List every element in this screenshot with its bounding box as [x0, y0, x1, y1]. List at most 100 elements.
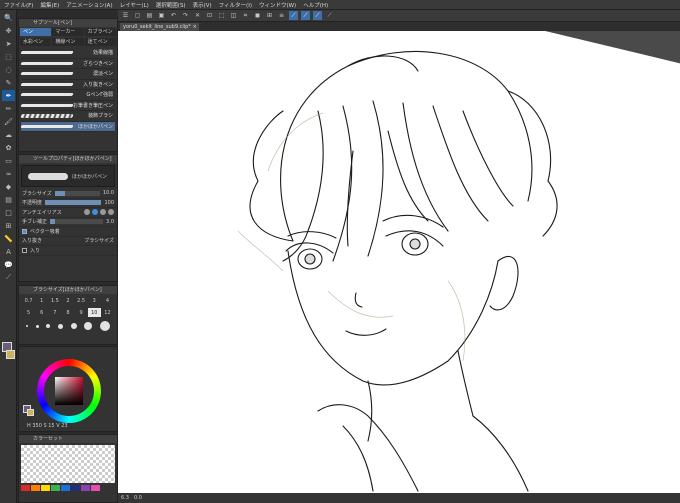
undo-icon[interactable]: ↶	[169, 11, 178, 20]
antialias-none-icon[interactable]	[84, 209, 90, 216]
snap-special-ruler-icon[interactable]: ⟋	[301, 11, 310, 20]
brush-tool-icon[interactable]: 🖌	[2, 116, 15, 127]
brush-size-row[interactable]: ブラシサイズ 10.0	[19, 189, 117, 199]
transform-icon[interactable]: ⊡	[205, 11, 214, 20]
lasso-tool-icon[interactable]: ◌	[2, 64, 15, 75]
snap-ruler-icon[interactable]: ⟋	[289, 11, 298, 20]
save-icon[interactable]: ▣	[157, 11, 166, 20]
palette-swatch[interactable]	[51, 485, 60, 491]
grid-icon[interactable]: ⊞	[265, 11, 274, 20]
opacity-row[interactable]: 不透明度 100	[19, 199, 117, 208]
sub-color-chip[interactable]	[27, 409, 34, 416]
gradient-tool-icon[interactable]: ▤	[2, 194, 15, 205]
antialias-weak-icon[interactable]	[92, 209, 98, 216]
tab-pen[interactable]: ペン	[20, 28, 52, 36]
canvas-area[interactable]	[118, 31, 680, 493]
palette-swatch[interactable]	[21, 485, 30, 491]
tab-watercolor-pen[interactable]: 水彩ペン	[20, 38, 52, 46]
brush-item[interactable]: 効果線描	[20, 48, 115, 59]
eyedropper-icon[interactable]: ✎	[2, 77, 15, 88]
menu-help[interactable]: ヘルプ(H)	[303, 1, 328, 9]
size-dot[interactable]	[70, 323, 77, 329]
new-file-icon[interactable]: ▢	[133, 11, 142, 20]
color-wheel[interactable]	[37, 359, 101, 423]
antialias-options[interactable]	[84, 209, 114, 216]
size-preset[interactable]: 4	[101, 296, 114, 305]
size-preset[interactable]: 0.7	[22, 296, 35, 305]
size-dot[interactable]	[35, 324, 39, 328]
crop-icon[interactable]: ⌗	[241, 11, 250, 20]
palette-swatch[interactable]	[101, 485, 110, 491]
size-dot[interactable]	[57, 323, 63, 329]
fill-tool-icon[interactable]: ◆	[2, 181, 15, 192]
selection-tool-icon[interactable]: ⬚	[2, 51, 15, 62]
zoom-tool-icon[interactable]: 🔍	[2, 12, 15, 23]
in-checkbox[interactable]	[22, 247, 27, 253]
size-preset[interactable]: 12	[101, 308, 114, 317]
text-tool-icon[interactable]: A	[2, 246, 15, 257]
palette-swatch[interactable]	[71, 485, 80, 491]
operation-tool-icon[interactable]: ➤	[2, 38, 15, 49]
frame-tool-icon[interactable]: ⊞	[2, 220, 15, 231]
size-preset[interactable]: 9	[75, 308, 88, 317]
tab-kabura-pen[interactable]: カブラペン	[84, 28, 116, 36]
inout-row[interactable]: 入り抜き ブラシサイズ	[19, 237, 117, 246]
vector-snap-checkbox[interactable]	[22, 228, 27, 234]
brush-size-slider[interactable]	[54, 190, 100, 196]
invert-selection-icon[interactable]: ◫	[229, 11, 238, 20]
size-preset[interactable]: 3	[88, 296, 101, 305]
tab-marker[interactable]: マーカー	[52, 28, 84, 36]
close-icon[interactable]: ×	[193, 23, 197, 31]
tab-line-pen[interactable]: 横線ペン	[52, 38, 84, 46]
snap-grid-icon[interactable]: ⟋	[313, 11, 322, 20]
size-preset-selected[interactable]: 10	[87, 308, 101, 317]
menu-file[interactable]: ファイル(F)	[4, 1, 33, 9]
angle-readout[interactable]: 0.0	[134, 495, 142, 501]
opacity-slider[interactable]	[45, 200, 102, 206]
menu-window[interactable]: ウィンドウ(W)	[259, 1, 296, 9]
correct-line-tool-icon[interactable]: ⟋	[2, 272, 15, 283]
menu-layer[interactable]: レイヤー(L)	[120, 1, 149, 9]
brush-item[interactable]: GペンΓ強弱	[20, 90, 115, 101]
palette-swatch[interactable]	[61, 485, 70, 491]
size-preset[interactable]: 5	[22, 308, 35, 317]
palette-swatch[interactable]	[31, 485, 40, 491]
in-row[interactable]: 入り	[19, 246, 117, 256]
vector-snap-row[interactable]: ベクター吸着	[19, 227, 117, 237]
antialias-medium-icon[interactable]	[100, 209, 106, 216]
size-dot[interactable]	[100, 321, 111, 331]
pen-tool-icon[interactable]: ✒	[2, 90, 15, 101]
palette-swatch[interactable]	[81, 485, 90, 491]
redo-icon[interactable]: ↷	[181, 11, 190, 20]
size-preset[interactable]: 2.5	[75, 296, 88, 305]
antialias-strong-icon[interactable]	[108, 209, 114, 216]
menu-icon[interactable]: ☰	[121, 11, 130, 20]
size-preset[interactable]: 8	[61, 308, 74, 317]
size-preset[interactable]: 6	[35, 308, 48, 317]
stabilization-slider[interactable]	[50, 219, 104, 225]
antialias-row[interactable]: アンチエイリアス	[19, 208, 117, 218]
size-dot[interactable]	[25, 325, 28, 327]
snap-off-icon[interactable]: ⟋	[325, 11, 334, 20]
brush-item[interactable]: お筆書き筆圧ペン	[20, 101, 115, 111]
document-tab[interactable]: yoru0_sekit_line_sub9.clip* ×	[120, 23, 199, 31]
size-dot[interactable]	[84, 322, 93, 330]
stabilization-row[interactable]: 手ブレ補正 3.0	[19, 218, 117, 227]
menu-edit[interactable]: 編集(E)	[40, 1, 59, 9]
brush-item[interactable]: ざらつきペン	[20, 59, 115, 69]
figure-tool-icon[interactable]: □	[2, 207, 15, 218]
size-preset[interactable]: 7	[48, 308, 61, 317]
palette-swatch[interactable]	[41, 485, 50, 491]
ruler-tool-icon[interactable]: 📏	[2, 233, 15, 244]
menu-filter[interactable]: フィルター(I)	[219, 1, 252, 9]
inout-value[interactable]: ブラシサイズ	[84, 237, 114, 244]
saturation-value-square[interactable]	[55, 377, 83, 405]
airbrush-tool-icon[interactable]: ☁	[2, 129, 15, 140]
clear-icon[interactable]: ✕	[193, 11, 202, 20]
size-preset[interactable]: 1.5	[48, 296, 61, 305]
sub-color-swatch[interactable]	[6, 350, 15, 359]
palette-swatch[interactable]	[91, 485, 100, 491]
menu-view[interactable]: 表示(V)	[193, 1, 212, 9]
brush-item[interactable]: 濃淡ペン	[20, 69, 115, 80]
size-preset[interactable]: 2	[61, 296, 74, 305]
